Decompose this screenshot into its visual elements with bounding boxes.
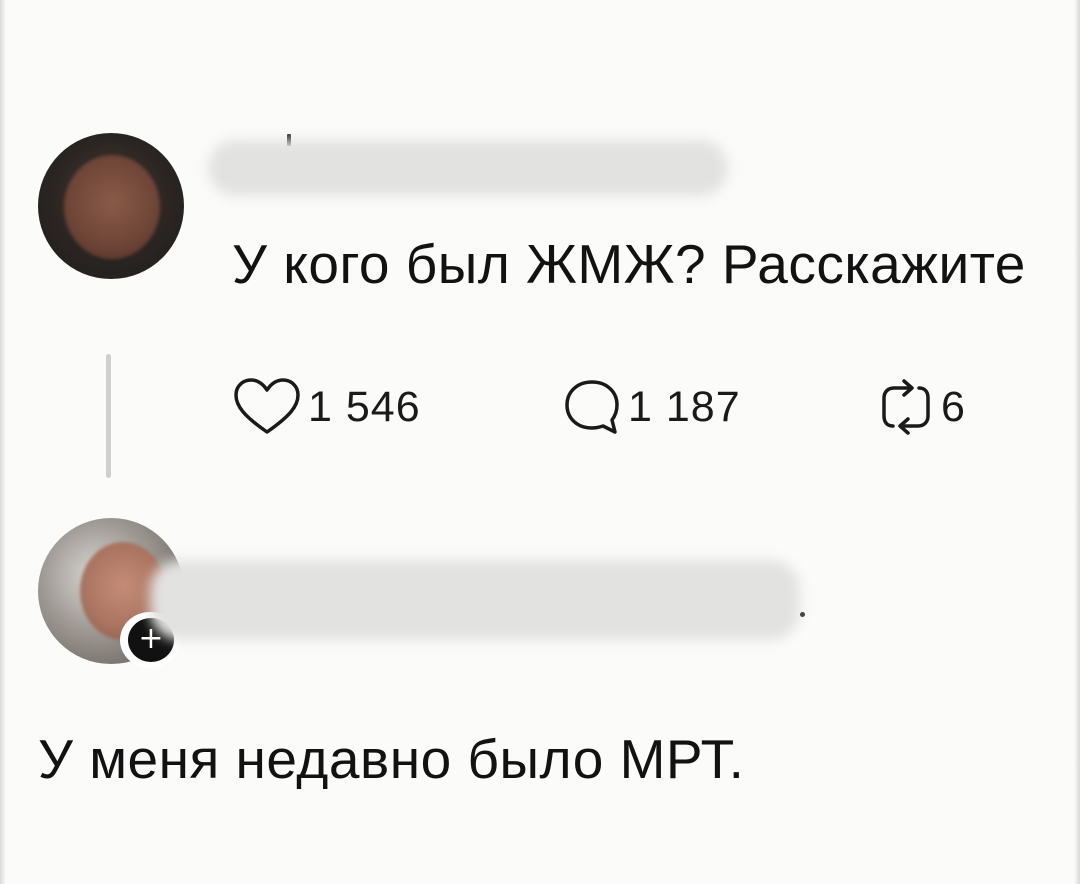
like-count: 1 546	[308, 382, 421, 431]
repost-icon	[877, 376, 935, 438]
avatar[interactable]	[38, 133, 184, 279]
comment-bubble-icon	[562, 376, 622, 438]
repost-count: 6	[941, 382, 966, 431]
thread: У кого был ЖМЖ? Расскажите 1 546 1 187 6…	[0, 0, 1080, 884]
repost-button[interactable]: 6	[877, 372, 966, 442]
heart-icon	[232, 376, 302, 438]
thread-connector-line	[106, 354, 111, 478]
comment-button[interactable]: 1 187	[562, 372, 741, 442]
like-button[interactable]: 1 546	[232, 372, 421, 442]
post-actions: 1 546 1 187 6	[232, 372, 1032, 442]
post-text: У кого был ЖМЖ? Расскажите	[232, 233, 1026, 295]
username-fragment	[800, 612, 805, 617]
comment-count: 1 187	[628, 382, 741, 431]
username-redacted	[208, 140, 728, 196]
reply-text: У меня недавно было МРТ.	[38, 728, 745, 790]
reply-username-redacted	[150, 560, 800, 640]
avatar-face-blurred	[64, 155, 160, 259]
